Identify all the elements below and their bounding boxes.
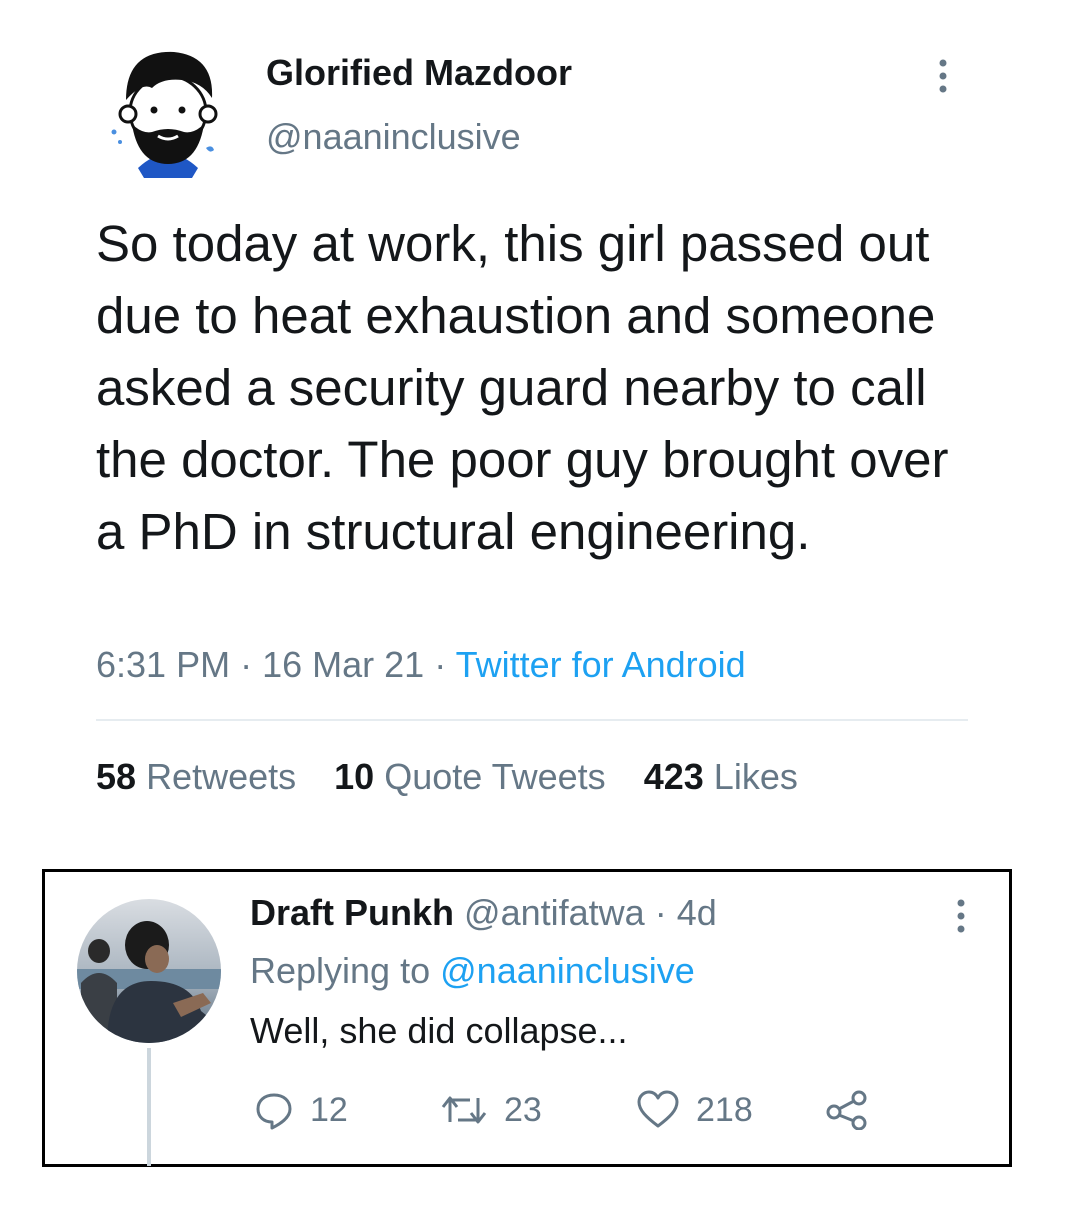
tweet-time: 6:31 PM xyxy=(96,644,231,685)
quote-tweets-label: Quote Tweets xyxy=(384,756,606,797)
author-avatar[interactable] xyxy=(108,40,235,180)
share-icon xyxy=(826,1090,867,1130)
reply-author-handle[interactable]: @antifatwa xyxy=(464,892,645,933)
quote-tweets-count: 10 xyxy=(334,756,375,797)
reply-age: 4d xyxy=(676,892,717,933)
author-display-name[interactable]: Glorified Mazdoor xyxy=(266,52,572,94)
like-count: 218 xyxy=(696,1090,753,1129)
separator: · xyxy=(434,644,447,685)
reply-button[interactable]: 12 xyxy=(254,1088,348,1132)
more-vertical-icon[interactable] xyxy=(928,58,958,94)
retweet-button[interactable]: 23 xyxy=(440,1088,542,1132)
thread-line xyxy=(147,1048,151,1166)
tweet-source-link[interactable]: Twitter for Android xyxy=(456,644,746,685)
more-vertical-icon[interactable] xyxy=(946,898,976,934)
tweet-text: So today at work, this girl passed out d… xyxy=(96,215,949,560)
separator: · xyxy=(654,892,667,933)
reply-bubble-icon xyxy=(256,1093,292,1130)
heart-icon xyxy=(637,1090,679,1128)
author-handle[interactable]: @naaninclusive xyxy=(266,116,521,158)
tweet-stats: 58 Retweets 10 Quote Tweets 423 Likes xyxy=(96,756,826,798)
reply-author-avatar[interactable] xyxy=(77,899,221,1043)
replying-to: Replying to @naaninclusive xyxy=(250,950,695,992)
reply-header: Draft Punkh @antifatwa · 4d xyxy=(250,892,717,934)
reply-count: 12 xyxy=(310,1090,348,1129)
tweet-meta: 6:31 PM · 16 Mar 21 · Twitter for Androi… xyxy=(96,644,746,686)
retweet-icon xyxy=(441,1096,487,1124)
reply-text: Well, she did collapse... xyxy=(250,1010,628,1051)
likes-count: 423 xyxy=(643,756,704,797)
replying-to-mention[interactable]: @naaninclusive xyxy=(440,950,695,991)
quote-tweets-stat[interactable]: 10 Quote Tweets xyxy=(334,756,606,797)
retweet-count: 23 xyxy=(504,1090,542,1129)
share-button[interactable] xyxy=(826,1088,886,1132)
like-button[interactable]: 218 xyxy=(636,1088,753,1132)
tweet-date: 16 Mar 21 xyxy=(262,644,425,685)
replying-to-label: Replying to xyxy=(250,950,431,991)
retweets-stat[interactable]: 58 Retweets xyxy=(96,756,296,797)
retweets-label: Retweets xyxy=(146,756,297,797)
divider xyxy=(96,719,968,721)
likes-label: Likes xyxy=(713,756,798,797)
separator: · xyxy=(240,644,253,685)
reply-author-name[interactable]: Draft Punkh xyxy=(250,892,454,933)
retweets-count: 58 xyxy=(96,756,137,797)
likes-stat[interactable]: 423 Likes xyxy=(644,756,798,797)
